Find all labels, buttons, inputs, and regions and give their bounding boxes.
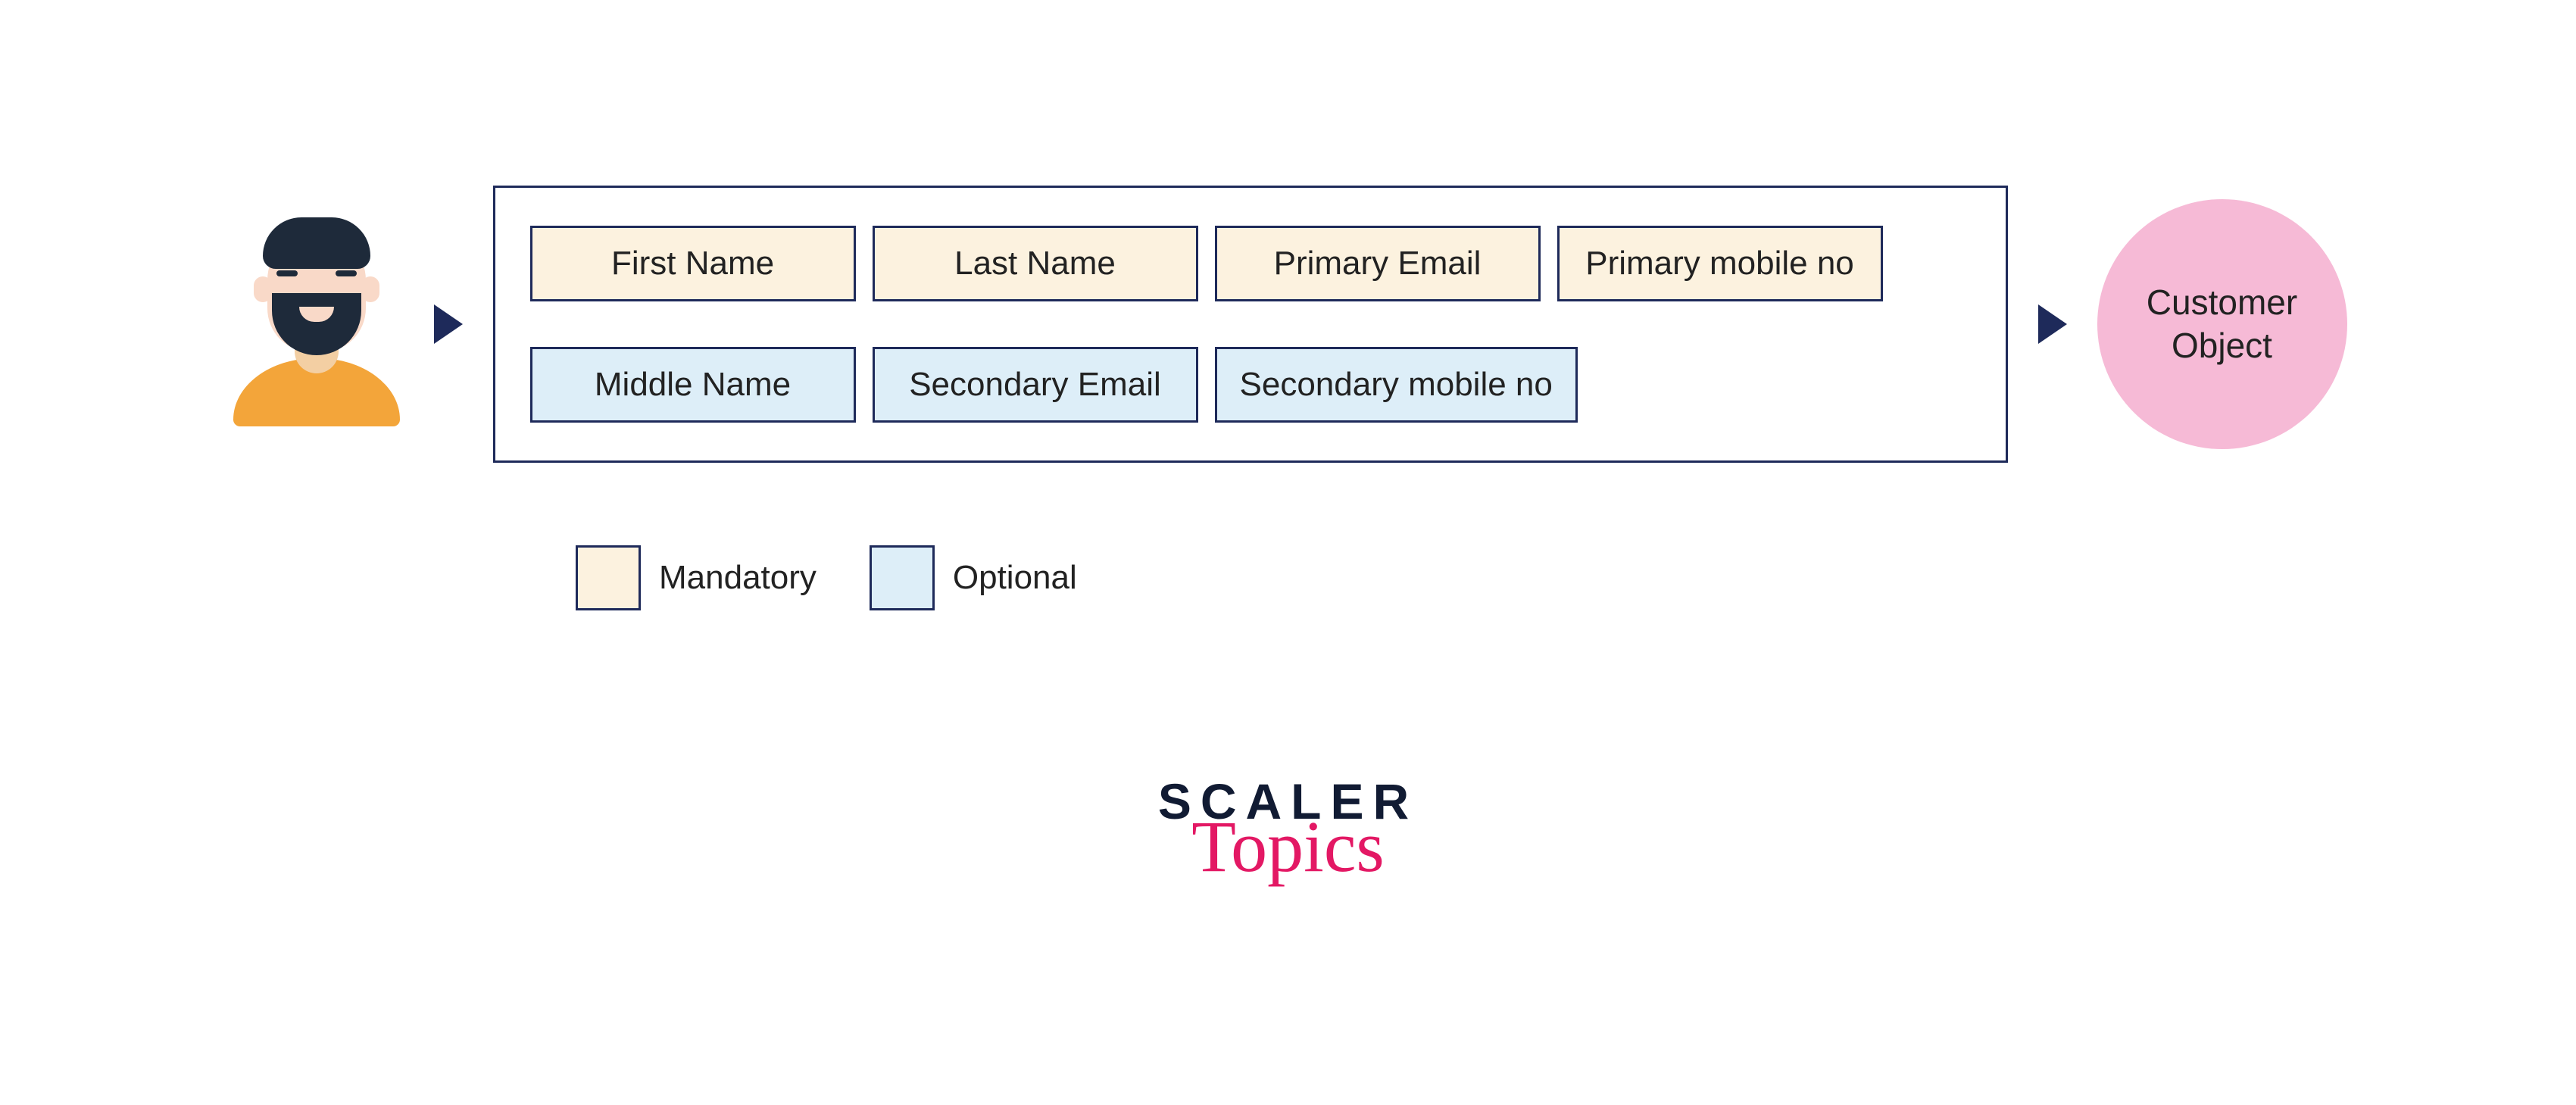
field-secondary-email: Secondary Email [873, 347, 1198, 423]
builder-box: First Name Last Name Primary Email Prima… [493, 186, 2008, 463]
legend-mandatory-label: Mandatory [659, 559, 817, 597]
customer-object-node: Customer Object [2097, 199, 2347, 449]
mandatory-row: First Name Last Name Primary Email Prima… [530, 226, 1971, 301]
customer-object-label: Customer Object [2147, 281, 2297, 368]
flow-row: First Name Last Name Primary Email Prima… [0, 186, 2576, 463]
field-primary-email: Primary Email [1215, 226, 1541, 301]
diagram-canvas: First Name Last Name Primary Email Prima… [0, 0, 2576, 1105]
optional-row: Middle Name Secondary Email Secondary mo… [530, 347, 1971, 423]
person-icon [229, 222, 404, 426]
optional-swatch-icon [870, 545, 935, 610]
field-secondary-mobile-no: Secondary mobile no [1215, 347, 1578, 423]
legend-optional-label: Optional [953, 559, 1077, 597]
legend: Mandatory Optional [576, 545, 1077, 610]
field-last-name: Last Name [873, 226, 1198, 301]
legend-mandatory: Mandatory [576, 545, 817, 610]
field-first-name: First Name [530, 226, 856, 301]
arrow-right-icon [434, 304, 463, 344]
legend-optional: Optional [870, 545, 1077, 610]
field-primary-mobile-no: Primary mobile no [1557, 226, 1883, 301]
arrow-right-icon [2038, 304, 2067, 344]
brand-line-2: Topics [1158, 810, 1418, 883]
brand-logo: SCALER Topics [1158, 773, 1418, 883]
field-middle-name: Middle Name [530, 347, 856, 423]
mandatory-swatch-icon [576, 545, 641, 610]
